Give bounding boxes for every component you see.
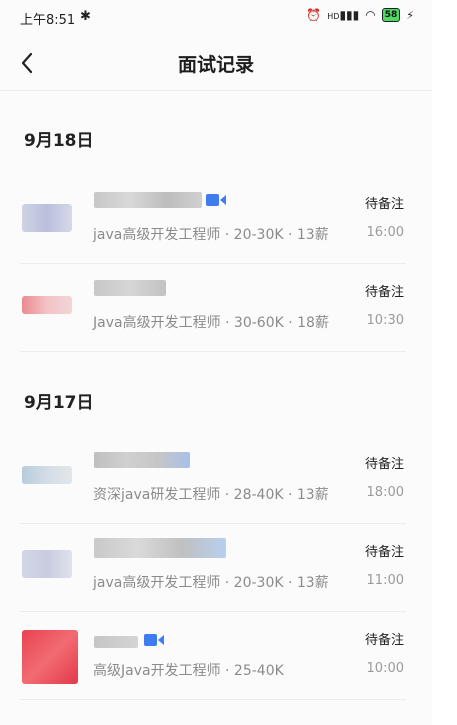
date-header: 9月17日 — [24, 393, 94, 413]
date-header: 9月18日 — [24, 131, 94, 151]
wifi-icon: ◠ — [365, 8, 376, 22]
video-icon — [144, 634, 164, 646]
record-row[interactable]: 待备注 java高级开发工程师 · 20-30K · 13薪 16:00 — [20, 176, 406, 264]
video-icon — [206, 194, 226, 206]
record-row[interactable]: 待备注 Java高级开发工程师 · 30-60K · 18薪 10:30 — [20, 264, 406, 352]
job-info: 资深java研发工程师 · 28-40K · 13薪 — [93, 487, 329, 503]
avatar — [22, 466, 72, 484]
signal-label: HD — [327, 12, 340, 21]
battery-icon: 58 — [381, 8, 401, 22]
avatar — [22, 204, 72, 232]
divider — [20, 351, 406, 352]
screen-margin — [432, 0, 457, 725]
interview-time: 10:30 — [366, 313, 404, 328]
candidate-name — [94, 192, 202, 208]
interview-time: 16:00 — [366, 225, 404, 240]
status-label: 待备注 — [364, 285, 404, 300]
signal-icon: HD▮▮▮ — [327, 8, 360, 22]
candidate-name — [94, 636, 138, 648]
job-info: java高级开发工程师 · 20-30K · 13薪 — [93, 227, 329, 243]
job-info: Java高级开发工程师 · 30-60K · 18薪 — [93, 315, 329, 331]
candidate-name — [94, 538, 226, 558]
charging-icon: ⚡ — [406, 8, 414, 22]
interview-time: 18:00 — [366, 485, 404, 500]
bluetooth-icon: ✱ — [80, 9, 91, 24]
record-row[interactable]: 待备注 java高级开发工程师 · 20-30K · 13薪 11:00 — [20, 524, 406, 612]
divider — [20, 699, 406, 700]
record-row[interactable]: 待备注 资深java研发工程师 · 28-40K · 13薪 18:00 — [20, 436, 406, 524]
candidate-name — [94, 280, 166, 296]
status-label: 待备注 — [364, 545, 404, 560]
navigation-bar: 面试记录 — [0, 36, 432, 91]
status-label: 待备注 — [364, 633, 404, 648]
status-label: 待备注 — [364, 197, 404, 212]
status-time: 上午8:51 — [20, 13, 76, 28]
candidate-name — [94, 452, 190, 468]
alarm-icon: ⏰ — [306, 8, 322, 22]
avatar — [22, 550, 72, 578]
avatar — [22, 630, 78, 684]
job-info: java高级开发工程师 · 20-30K · 13薪 — [93, 575, 329, 591]
record-row[interactable]: 待备注 高级Java开发工程师 · 25-40K 10:00 — [20, 612, 406, 700]
avatar — [22, 296, 72, 314]
job-info: 高级Java开发工程师 · 25-40K — [93, 663, 284, 679]
status-icons: ⏰ HD▮▮▮ ◠ 58 ⚡ — [306, 8, 414, 22]
status-bar: 上午8:51 ✱ ⏰ HD▮▮▮ ◠ 58 ⚡ — [0, 0, 432, 36]
page-title: 面试记录 — [177, 54, 254, 76]
status-label: 待备注 — [364, 457, 404, 472]
app-screen: 上午8:51 ✱ ⏰ HD▮▮▮ ◠ 58 ⚡ 面试记录 9月18日 待备注 j… — [0, 0, 432, 725]
interview-time: 11:00 — [366, 573, 404, 588]
interview-time: 10:00 — [366, 661, 404, 676]
battery-level: 58 — [384, 10, 398, 20]
